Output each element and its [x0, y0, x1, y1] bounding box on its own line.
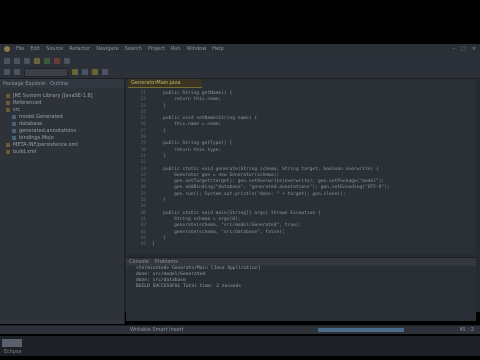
menubar: File Edit Source Refactor Navigate Searc…: [0, 44, 480, 54]
folder-icon: [6, 107, 10, 112]
run-icon[interactable]: [44, 58, 50, 64]
tree-item-label: model.Generated: [19, 113, 63, 120]
maximize-icon[interactable]: □: [461, 46, 466, 52]
close-icon[interactable]: ✕: [472, 46, 476, 52]
menu-navigate[interactable]: Navigate: [96, 46, 118, 52]
forward-icon[interactable]: [14, 69, 20, 75]
code-editor: GeneratorMain.java 21 22 23 24 25 26 27 28 29 30 3…: [126, 79, 476, 255]
tree-item[interactable]: Referenced: [6, 99, 124, 106]
folder-icon: [6, 100, 10, 105]
tab-package-explorer[interactable]: Package Explorer: [3, 81, 46, 87]
stop-icon[interactable]: [54, 58, 60, 64]
tab-problems[interactable]: Problems: [155, 259, 178, 265]
save-icon[interactable]: [14, 58, 20, 64]
library-icon: [6, 93, 10, 98]
tree-item-label: database: [19, 120, 43, 127]
menu-window[interactable]: Window: [187, 46, 207, 52]
eclipse-task-icon[interactable]: [2, 339, 22, 347]
toolbar-row-1: [4, 56, 70, 66]
code-line[interactable]: }: [152, 242, 472, 248]
taskbar-label: Eclipse: [4, 349, 22, 355]
menu-search[interactable]: Search: [125, 46, 142, 52]
window-controls: – □ ✕: [453, 46, 476, 52]
back-icon[interactable]: [4, 69, 10, 75]
code-lines[interactable]: public String getName() { return this.na…: [152, 91, 472, 248]
package-icon: [12, 114, 16, 119]
left-panel-tabs: Package Explorer Outline: [0, 79, 124, 88]
taskbar: Eclipse: [0, 336, 480, 356]
tree-item[interactable]: build.xml: [6, 148, 124, 155]
tree-item-label: Referenced: [13, 99, 42, 106]
code-area[interactable]: 21 22 23 24 25 26 27 28 29 30 31 32 33 34 35 36 37 38 39 40…: [126, 91, 476, 251]
toolbar-row-2: [4, 67, 108, 77]
menu-source[interactable]: Source: [46, 46, 63, 52]
tab-console[interactable]: Console: [129, 259, 149, 265]
perspective-select[interactable]: [24, 67, 68, 77]
tree-item-label: src: [13, 106, 21, 113]
tree-item[interactable]: model.Generated: [6, 113, 124, 120]
tree-item[interactable]: src: [6, 106, 124, 113]
package-icon: [12, 135, 16, 140]
menu-project[interactable]: Project: [148, 46, 165, 52]
menu-run[interactable]: Run: [171, 46, 181, 52]
package-explorer: Package Explorer Outline JRE System Libr…: [0, 79, 125, 324]
tree-item-label: bindings.Mojo: [19, 134, 54, 141]
search-icon[interactable]: [64, 58, 70, 64]
print-icon[interactable]: [24, 58, 30, 64]
file-icon: [6, 149, 10, 154]
tree-item-label: generated.annotations: [19, 127, 77, 134]
tree-item[interactable]: generated.annotations: [6, 127, 124, 134]
menu-help[interactable]: Help: [212, 46, 223, 52]
tree-item-label: build.xml: [13, 148, 37, 155]
tab-outline[interactable]: Outline: [50, 81, 68, 87]
project-tree: JRE System Library [JavaSE-1.8] Referenc…: [0, 88, 124, 155]
cursor-position: 45 : 2: [459, 327, 474, 333]
minimize-icon[interactable]: –: [453, 46, 456, 52]
toolbar: [0, 54, 480, 79]
tree-item[interactable]: JRE System Library [JavaSE-1.8]: [6, 92, 124, 99]
console-panel: Console Problems <terminated> GeneratorM…: [126, 257, 476, 321]
tree-item[interactable]: bindings.Mojo: [6, 134, 124, 141]
annotation-icon[interactable]: [92, 69, 98, 75]
line-numbers: 21 22 23 24 25 26 27 28 29 30 31 32 33 34 35 36 37 38 39 40…: [128, 91, 146, 248]
tree-item-label: META-INF/persistence.xml: [13, 141, 78, 148]
console-line: BUILD SUCCESSFUL Total time: 2 seconds: [136, 284, 242, 289]
new-icon[interactable]: [4, 58, 10, 64]
status-bar: Writable Smart Insert 45 : 2: [0, 325, 480, 334]
tree-item-label: JRE System Library [JavaSE-1.8]: [13, 92, 93, 99]
ide-window: File Edit Source Refactor Navigate Searc…: [0, 44, 480, 356]
progress-bar: [318, 328, 404, 332]
editor-tab[interactable]: GeneratorMain.java: [128, 79, 202, 88]
status-text: Writable Smart Insert: [130, 327, 184, 333]
console-tabs: Console Problems: [126, 258, 476, 266]
package-icon: [12, 121, 16, 126]
app-icon: [4, 46, 10, 52]
progress-fill: [318, 328, 404, 332]
menu-edit[interactable]: Edit: [30, 46, 40, 52]
tree-item[interactable]: database: [6, 120, 124, 127]
menu-file[interactable]: File: [16, 46, 24, 52]
link-icon[interactable]: [102, 69, 108, 75]
package-icon: [12, 128, 16, 133]
line-number: 45: [140, 242, 146, 248]
task-icon[interactable]: [82, 69, 88, 75]
menu-refactor[interactable]: Refactor: [69, 46, 90, 52]
debug-icon[interactable]: [34, 58, 40, 64]
file-icon: [6, 142, 10, 147]
tree-item[interactable]: META-INF/persistence.xml: [6, 141, 124, 148]
bookmark-icon[interactable]: [72, 69, 78, 75]
